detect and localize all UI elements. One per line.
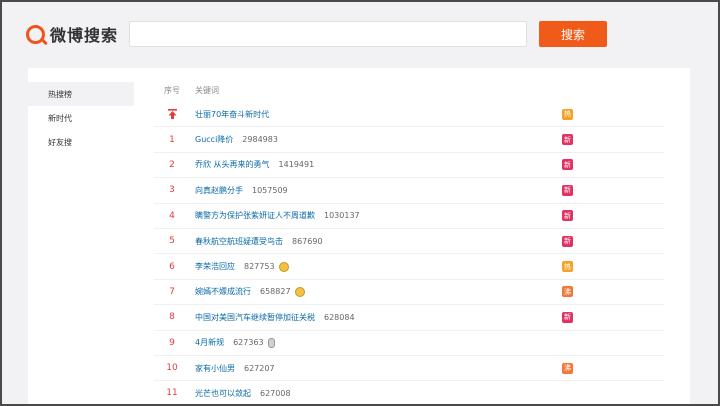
table-row: 9 4月新规 627363 xyxy=(154,331,664,356)
new-badge: 新 xyxy=(562,184,573,196)
keyword-link[interactable]: 向真赵鹏分手 xyxy=(190,185,243,196)
pinned-rank xyxy=(154,109,190,120)
table-row: 4 瞒警方为保护张紫妍证人不周道歉 1030137 新 xyxy=(154,204,664,229)
search-count: 1419491 xyxy=(278,160,315,170)
search-count: 658827 xyxy=(260,287,291,297)
keyword-link[interactable]: 家有小仙男 xyxy=(190,363,235,374)
new-badge: 新 xyxy=(562,311,573,323)
hot-search-list: 序号 关键词 壮丽70年奋斗新时代 热 1 Gucci降价 2984983 新 … xyxy=(134,68,690,404)
rank-number: 6 xyxy=(169,261,175,272)
content-card: 热搜榜 新时代 好友搜 序号 关键词 壮丽70年奋斗新时代 热 1 Gucci降… xyxy=(28,68,690,404)
search-count: 627008 xyxy=(260,388,291,398)
new-badge: 新 xyxy=(562,159,573,171)
doc-emoji-icon xyxy=(267,337,275,348)
table-row: 2 乔欣 从头再来的勇气 1419491 新 xyxy=(154,153,664,179)
rank-column-header: 序号 xyxy=(164,85,180,95)
new-badge: 新 xyxy=(562,235,573,247)
sidebar-item-hot-search[interactable]: 热搜榜 xyxy=(28,82,134,106)
keyword-link[interactable]: Gucci降价 xyxy=(190,134,233,145)
search-count: 2984983 xyxy=(242,135,278,145)
rank-number: 3 xyxy=(169,185,175,196)
keyword-link[interactable]: 春秋航空航班疑遭受鸟击 xyxy=(190,236,283,247)
keyword-link[interactable]: 中国对美国汽车继续暂停加征关税 xyxy=(190,312,315,323)
keyword-link[interactable]: 瞒警方为保护张紫妍证人不周道歉 xyxy=(190,210,315,221)
search-button[interactable]: 搜索 xyxy=(539,21,607,47)
rank-number: 7 xyxy=(169,286,175,297)
table-row: 6 李荣浩回应 827753 热 xyxy=(154,254,664,280)
rank-number: 10 xyxy=(166,363,178,374)
search-count: 1030137 xyxy=(324,211,360,221)
sidebar: 热搜榜 新时代 好友搜 xyxy=(28,68,134,404)
rank-number: 5 xyxy=(169,236,175,247)
table-row: 1 Gucci降价 2984983 新 xyxy=(154,127,664,153)
table-body: 壮丽70年奋斗新时代 热 1 Gucci降价 2984983 新 2 乔欣 从头… xyxy=(154,102,664,404)
table-row: 8 中国对美国汽车继续暂停加征关税 628084 新 xyxy=(154,305,664,331)
keyword-link[interactable]: 李荣浩回应 xyxy=(190,261,235,272)
header-bar: 微博搜索 搜索 xyxy=(2,2,718,64)
search-count: 1057509 xyxy=(252,185,288,195)
keyword-link[interactable]: 4月新规 xyxy=(190,337,224,348)
laugh-emoji-icon xyxy=(278,261,289,272)
table-header: 序号 关键词 xyxy=(154,82,664,98)
hot-badge: 热 xyxy=(562,108,573,120)
search-count: 827753 xyxy=(244,262,275,272)
search-input[interactable] xyxy=(129,21,527,47)
table-row: 5 春秋航空航班疑遭受鸟击 867690 新 xyxy=(154,229,664,255)
pin-top-icon xyxy=(167,109,177,120)
keyword-column-header: 关键词 xyxy=(195,85,219,95)
sidebar-item-new-era[interactable]: 新时代 xyxy=(28,106,134,130)
table-row: 10 家有小仙男 627207 沸 xyxy=(154,356,664,382)
keyword-link[interactable]: 婉嫣不嫖成流行 xyxy=(190,286,251,297)
logo-text: 微博搜索 xyxy=(50,26,119,45)
ring-emoji-icon xyxy=(294,286,305,297)
table-row: 3 向真赵鹏分手 1057509 新 xyxy=(154,178,664,204)
keyword-link[interactable]: 壮丽70年奋斗新时代 xyxy=(190,109,269,120)
search-count: 627363 xyxy=(233,338,264,348)
rank-number: 2 xyxy=(169,159,175,170)
keyword-link[interactable]: 光芒也可以敛起 xyxy=(190,388,251,399)
search-count: 627207 xyxy=(244,363,275,373)
rank-number: 1 xyxy=(169,134,175,145)
rank-number: 9 xyxy=(169,337,175,348)
keyword-link[interactable]: 乔欣 从头再来的勇气 xyxy=(190,159,270,170)
sidebar-item-friend-search[interactable]: 好友搜 xyxy=(28,130,134,154)
new-badge: 新 xyxy=(562,210,573,222)
rank-number: 11 xyxy=(166,388,178,399)
rank-number: 4 xyxy=(169,210,175,221)
rank-number: 8 xyxy=(169,312,175,323)
sidebar-list: 热搜榜 新时代 好友搜 xyxy=(28,82,134,154)
search-count: 628084 xyxy=(324,312,355,322)
table-row: 7 婉嫣不嫖成流行 658827 沸 xyxy=(154,280,664,306)
table-row: 11 光芒也可以敛起 627008 xyxy=(154,381,664,404)
browser-frame: 微博搜索 搜索 热搜榜 新时代 好友搜 序号 关键词 壮丽70年奋斗新时代 热 … xyxy=(0,0,720,406)
search-count: 867690 xyxy=(292,236,323,246)
boil-badge: 沸 xyxy=(562,286,573,298)
new-badge: 新 xyxy=(562,134,573,146)
hot-badge: 热 xyxy=(562,261,573,273)
boil-badge: 沸 xyxy=(562,362,573,374)
search-logo-icon xyxy=(26,24,45,44)
table-row: 壮丽70年奋斗新时代 热 xyxy=(154,102,664,128)
weibo-search-logo[interactable]: 微博搜索 xyxy=(26,22,118,46)
